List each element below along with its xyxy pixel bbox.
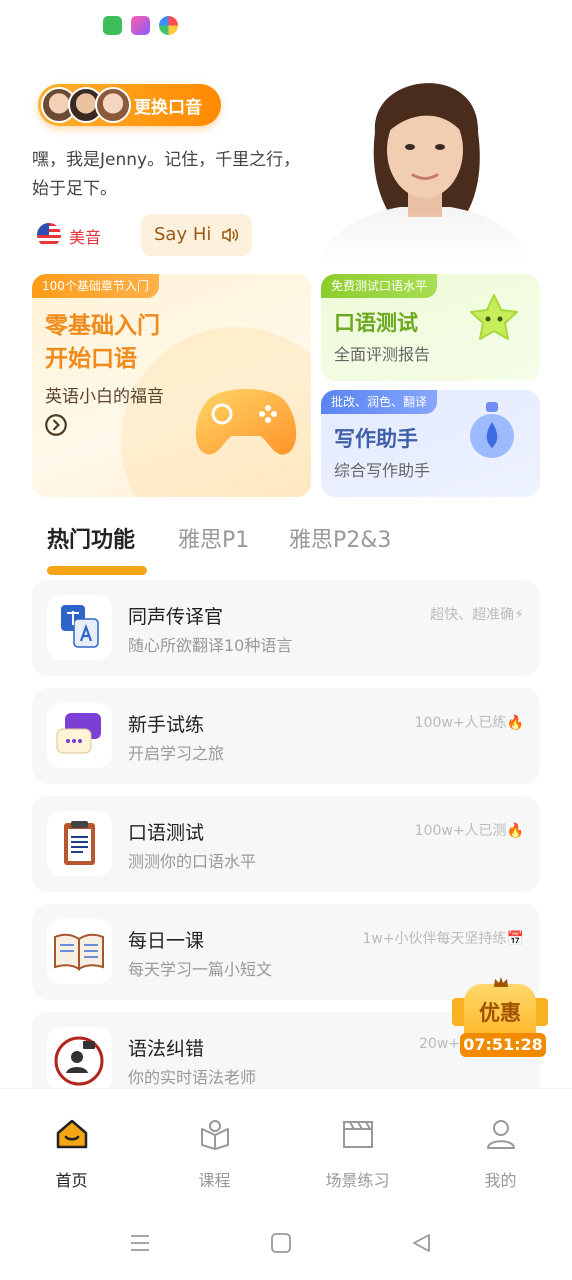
list-item-title: 新手试练 [128,714,205,736]
list-item-meta: 1w+小伙伴每天坚持练📅 [362,931,524,947]
nav-label: 首页 [55,1171,88,1190]
list-item-meta: 100w+人已练🔥 [414,715,524,731]
list-item-beginner-practice[interactable]: 新手试练 开启学习之旅 100w+人已练🔥 [32,688,540,784]
system-navigation-bar [0,1200,572,1280]
list-item-meta: 100w+人已测🔥 [414,823,524,839]
clapperboard-icon [342,1121,373,1148]
open-book-icon [54,933,104,971]
gamepad-icon [195,389,297,455]
nav-label: 我的 [484,1171,517,1190]
tab-hot-features[interactable]: 热门功能 [47,522,135,554]
say-hi-button[interactable]: Say Hi [141,214,252,256]
voice-avatar [95,87,131,123]
crown-icon [494,977,508,987]
app-notification-icon [103,16,122,35]
nav-home[interactable]: 首页 [0,1089,143,1201]
ink-bottle-icon [470,402,514,458]
status-bar [0,0,572,52]
list-item-subtitle: 每天学习一篇小短文 [128,960,273,979]
card-title: 零基础入门 开始口语 [45,313,160,372]
promo-badge[interactable]: 优惠 07:51:28 [452,976,548,1058]
list-item-title: 口语测试 [128,822,205,844]
writing-assistant-card[interactable]: 批改、润色、翻译 写作助手 综合写作助手 [321,390,540,497]
user-icon [486,1120,515,1149]
list-item-title: 同声传译官 [128,606,224,628]
card-tag: 免费测试口语水平 [321,274,438,298]
app-notification-icon [159,16,178,35]
promo-countdown: 07:51:28 [460,1033,546,1057]
card-subtitle: 全面评测报告 [334,345,431,364]
change-voice-label: 更换口音 [134,98,202,118]
change-voice-button[interactable]: 更换口音 [38,84,221,126]
back-triangle-icon[interactable] [411,1232,433,1254]
card-tag: 批改、润色、翻译 [321,390,438,414]
list-item-title: 每日一课 [128,930,205,952]
promo-label: 优惠 [479,1001,521,1025]
book-icon [200,1120,229,1150]
card-title: 口语测试 [334,311,418,335]
nav-courses[interactable]: 课程 [143,1089,286,1201]
list-item-subtitle: 随心所欲翻译10种语言 [128,636,293,655]
active-tab-indicator [47,566,147,575]
list-item-interpreter[interactable]: 同声传译官 随心所欲翻译10种语言 超快、超准确⚡ [32,580,540,676]
tab-ielts-p1[interactable]: 雅思P1 [178,522,249,554]
home-icon [56,1119,87,1149]
card-title: 写作助手 [334,427,418,451]
nav-profile[interactable]: 我的 [429,1089,572,1201]
nav-label: 课程 [198,1171,231,1190]
card-subtitle: 综合写作助手 [334,461,431,480]
tutor-avatar-image [320,62,530,262]
beginner-course-card[interactable]: 100个基础章节入门 零基础入门 开始口语 英语小白的福音 [32,274,311,497]
report-clipboard-icon [64,821,95,865]
tab-ielts-p2-3[interactable]: 雅思P2&3 [289,522,391,554]
chevron-right-icon[interactable] [45,414,67,436]
star-icon [470,294,518,340]
grammar-teacher-icon [54,1036,104,1086]
speaking-test-card[interactable]: 免费测试口语水平 口语测试 全面评测报告 [321,274,540,381]
nav-label: 场景练习 [325,1171,390,1190]
list-item-title: 语法纠错 [128,1038,205,1060]
card-subtitle: 英语小白的福音 [45,387,164,407]
list-item-subtitle: 测测你的口语水平 [128,852,257,871]
list-item-subtitle: 你的实时语法老师 [128,1068,257,1087]
card-tag: 100个基础章节入门 [32,274,159,298]
say-hi-label: Say Hi [154,224,212,245]
menu-icon[interactable] [129,1232,151,1254]
nav-scenario-practice[interactable]: 场景练习 [286,1089,429,1201]
accent-label: 美音 [69,228,102,247]
list-item-meta: 超快、超准确⚡ [430,607,524,623]
chat-bubbles-icon [56,713,101,754]
tutor-intro-text: 嘿，我是Jenny。记住，千里之行，始于足下。 [32,150,301,199]
translate-icon [61,605,99,648]
list-item-subtitle: 开启学习之旅 [128,744,225,763]
list-item-speaking-test[interactable]: 口语测试 测测你的口语水平 100w+人已测🔥 [32,796,540,892]
speaker-icon [222,228,239,242]
app-notification-icon [131,16,150,35]
home-square-icon[interactable] [270,1232,292,1254]
bottom-navigation: 首页 课程 场景练习 我的 [0,1088,572,1200]
us-flag-icon [37,223,61,247]
